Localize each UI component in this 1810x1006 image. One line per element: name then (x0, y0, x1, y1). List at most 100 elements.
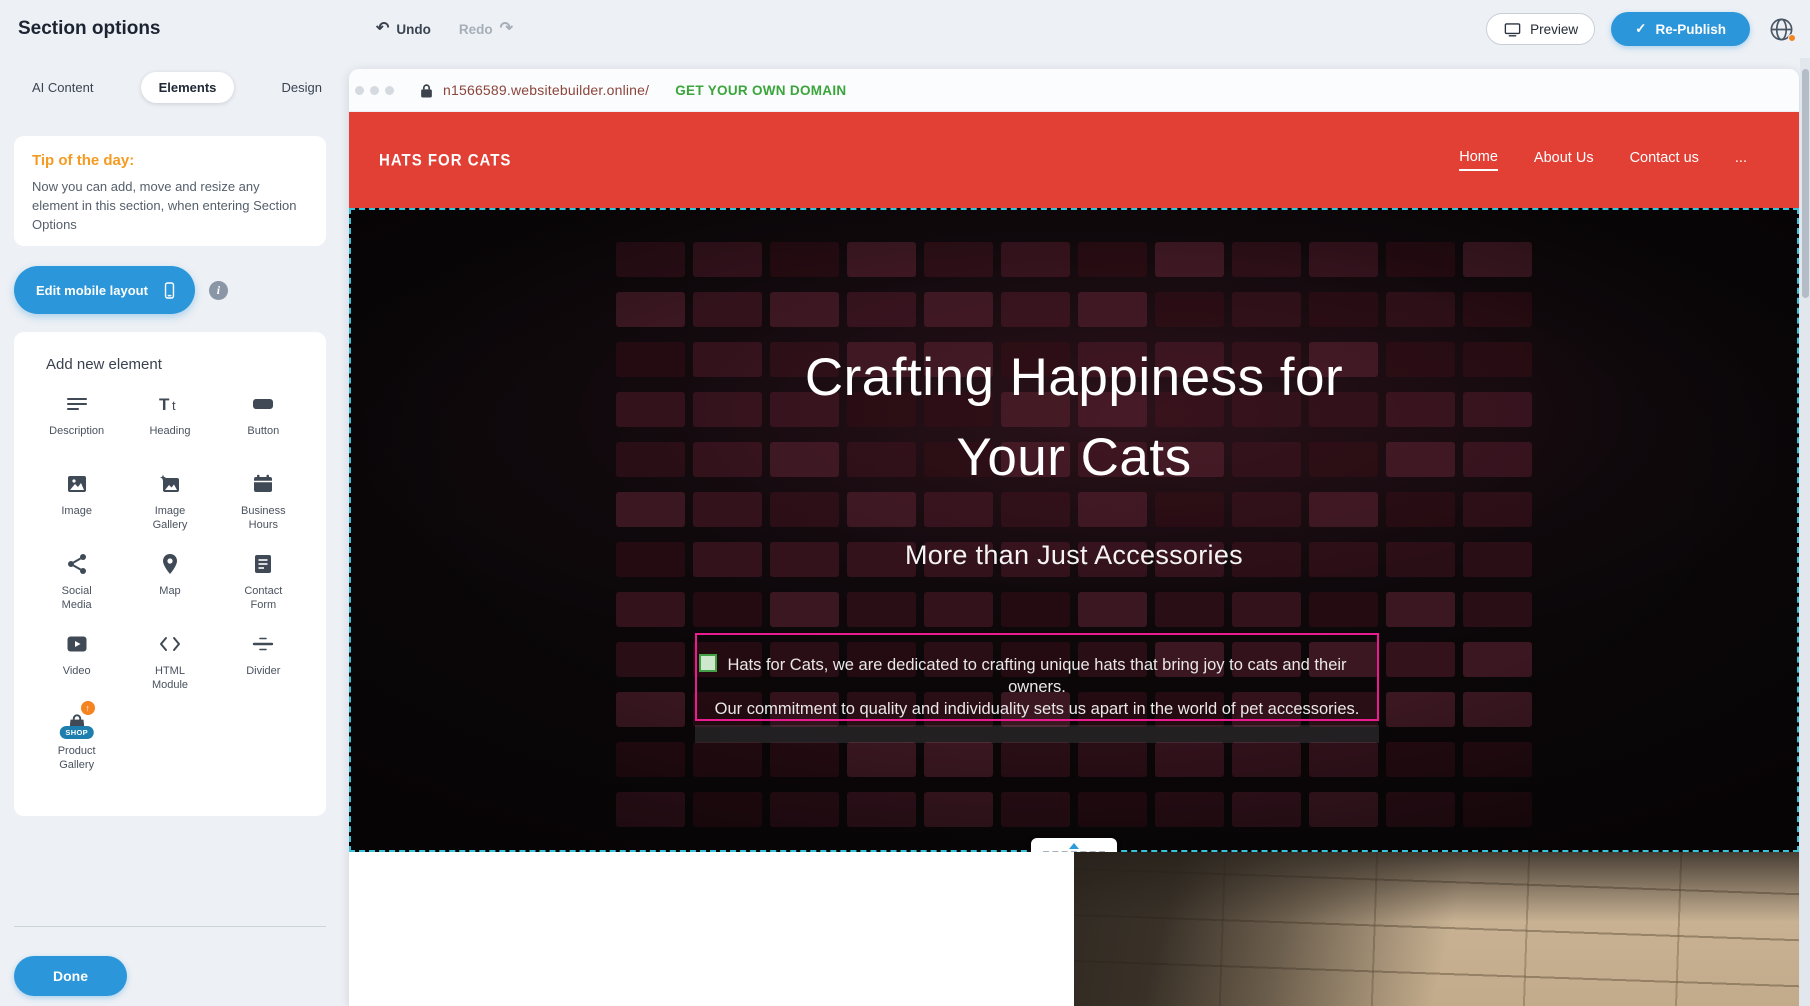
nav-more[interactable]: ... (1735, 150, 1747, 170)
brick (693, 742, 762, 777)
hero-section[interactable]: Crafting Happiness forYour Cats More tha… (349, 208, 1799, 852)
done-button[interactable]: Done (14, 956, 127, 996)
phone-icon (160, 281, 179, 300)
nav-contact-us[interactable]: Contact us (1630, 150, 1699, 170)
add-element-html-module[interactable]: HTML Module (125, 629, 215, 707)
add-element-image[interactable]: Image (32, 469, 122, 547)
brick (1001, 742, 1070, 777)
brick (616, 292, 685, 327)
undo-button[interactable]: ↶ Undo (376, 21, 431, 37)
nav-about-us[interactable]: About Us (1534, 150, 1594, 170)
site-logo[interactable]: HATS FOR CATS (379, 150, 511, 169)
brick (1078, 292, 1147, 327)
add-element-heading[interactable]: TtHeading (125, 389, 215, 467)
site-url: n1566589.websitebuilder.online/ (443, 82, 649, 98)
add-element-contact-form[interactable]: Contact Form (218, 549, 308, 627)
add-element-business-hours[interactable]: Business Hours (218, 469, 308, 547)
lock-icon (420, 83, 433, 98)
edit-mobile-layout-button[interactable]: Edit mobile layout (14, 266, 195, 314)
brick (1001, 592, 1070, 627)
sidebar-divider (14, 926, 326, 927)
add-element-social-media[interactable]: Social Media (32, 549, 122, 627)
notification-dot (1788, 34, 1796, 42)
add-element-map[interactable]: Map (125, 549, 215, 627)
site-canvas: n1566589.websitebuilder.online/ GET YOUR… (349, 69, 1799, 1006)
preview-label: Preview (1530, 22, 1578, 37)
upgrade-badge-icon: ↑ (81, 701, 95, 715)
selected-text-element[interactable]: Hats for Cats, we are dedicated to craft… (695, 633, 1379, 721)
preview-button[interactable]: Preview (1486, 13, 1595, 45)
add-element-image-gallery[interactable]: Image Gallery (125, 469, 215, 547)
redo-button[interactable]: Redo ↷ (459, 21, 513, 37)
brick (1463, 642, 1532, 677)
element-label: Image (61, 505, 92, 519)
brick (1232, 792, 1301, 827)
brick (616, 242, 685, 277)
brick (1309, 292, 1378, 327)
brick (616, 792, 685, 827)
republish-label: Re-Publish (1655, 22, 1726, 37)
brick (1232, 742, 1301, 777)
brick (1463, 292, 1532, 327)
element-label: Divider (246, 665, 280, 679)
brick (693, 292, 762, 327)
element-label: Contact Form (233, 585, 293, 613)
element-label: Image Gallery (140, 505, 200, 533)
brick (1463, 792, 1532, 827)
vertical-scrollbar[interactable] (1800, 58, 1810, 1006)
brick (1309, 242, 1378, 277)
tip-body: Now you can add, move and resize any ele… (32, 178, 308, 235)
element-hover-ghost (695, 725, 1379, 743)
add-element-divider[interactable]: Divider (218, 629, 308, 707)
add-element-description[interactable]: Description (32, 389, 122, 467)
image-icon (65, 469, 89, 499)
brick (1463, 692, 1532, 727)
brick (770, 742, 839, 777)
add-element-video[interactable]: Video (32, 629, 122, 707)
brick (847, 792, 916, 827)
contact-form-icon (251, 549, 275, 579)
brick (616, 642, 685, 677)
scrollbar-thumb[interactable] (1802, 69, 1809, 298)
redo-icon: ↷ (500, 21, 513, 37)
tab-elements[interactable]: Elements (141, 72, 235, 103)
tab-ai-content[interactable]: AI Content (14, 72, 111, 103)
brick (1386, 692, 1455, 727)
brick (924, 592, 993, 627)
brick (847, 592, 916, 627)
republish-button[interactable]: ✓ Re-Publish (1611, 12, 1750, 46)
language-globe-button[interactable] (1766, 14, 1796, 44)
shop-badge: SHOP (59, 726, 93, 739)
site-nav: Home About Us Contact us... (1459, 149, 1747, 171)
section-resize-dash (1043, 851, 1105, 852)
get-domain-link[interactable]: GET YOUR OWN DOMAIN (675, 83, 846, 98)
hero-subtitle[interactable]: More than Just Accessories (349, 540, 1799, 571)
description-icon (65, 389, 89, 419)
svg-text:t: t (172, 398, 176, 413)
sidebar-tabs: AI Content Elements Design (14, 72, 340, 103)
brick (1232, 292, 1301, 327)
element-resize-handle[interactable] (699, 654, 717, 672)
element-label: Map (159, 585, 180, 599)
undo-icon: ↶ (376, 21, 389, 37)
nav-home[interactable]: Home (1459, 149, 1498, 171)
tab-design[interactable]: Design (264, 72, 340, 103)
map-icon (158, 549, 182, 579)
hero-title[interactable]: Crafting Happiness forYour Cats (349, 338, 1799, 498)
undo-label: Undo (396, 22, 431, 37)
info-icon[interactable]: i (209, 281, 228, 300)
add-element-product-gallery[interactable]: SHOP↑Product Gallery (32, 709, 122, 787)
brick (1078, 242, 1147, 277)
brick (1386, 242, 1455, 277)
brick (1309, 792, 1378, 827)
check-icon: ✓ (1635, 21, 1646, 37)
hero-body-text: Hats for Cats, we are dedicated to craft… (697, 635, 1377, 720)
add-element-button[interactable]: Button (218, 389, 308, 467)
brick (1463, 242, 1532, 277)
brick (1078, 742, 1147, 777)
hero-body-line: Our commitment to quality and individual… (697, 698, 1377, 720)
page-title: Section options (18, 0, 161, 58)
brick (1309, 592, 1378, 627)
add-element-card: Add new element DescriptionTtHeadingButt… (14, 332, 326, 816)
section-resize-handle[interactable] (1031, 838, 1117, 852)
